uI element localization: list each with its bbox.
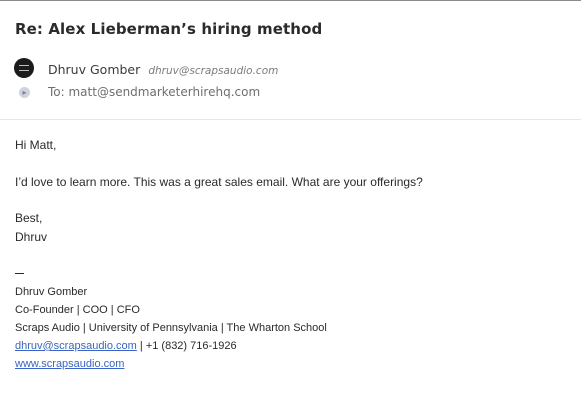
sender-avatar[interactable] [14,58,34,78]
signature-website-link[interactable]: www.scrapsaudio.com [15,358,124,370]
body-closing: Best, [15,211,43,225]
signature-org: Scraps Audio | University of Pennsylvani… [15,322,327,334]
signature-email-link[interactable]: dhruv@scrapsaudio.com [15,340,137,352]
body-greeting: Hi Matt, [15,138,57,152]
sender-row: Dhruv Gomber dhruv@scrapsaudio.com [48,59,278,78]
signature-name: Dhruv Gomber [15,286,88,298]
signature-phone: | +1 (832) 716-1926 [136,340,237,352]
sender-name[interactable]: Dhruv Gomber [48,62,140,77]
signature-separator [15,273,24,274]
body-line: I’d love to learn more. This was a great… [15,175,423,189]
signature-website: www.scrapsaudio.com [15,358,124,370]
email-subject: Re: Alex Lieberman’s hiring method [15,20,323,38]
header-divider [0,119,581,120]
signature-contact: dhruv@scrapsaudio.com | +1 (832) 716-192… [15,340,237,352]
chevron-right-icon[interactable]: ▸ [19,87,30,98]
recipient-line[interactable]: To: matt@sendmarketerhirehq.com [48,85,260,99]
avatar-logo-icon [19,65,29,71]
window-top-border [0,0,581,1]
signature-title: Co-Founder | COO | CFO [15,304,140,316]
sender-email[interactable]: dhruv@scrapsaudio.com [148,65,278,77]
body-signoff-name: Dhruv [15,230,48,244]
